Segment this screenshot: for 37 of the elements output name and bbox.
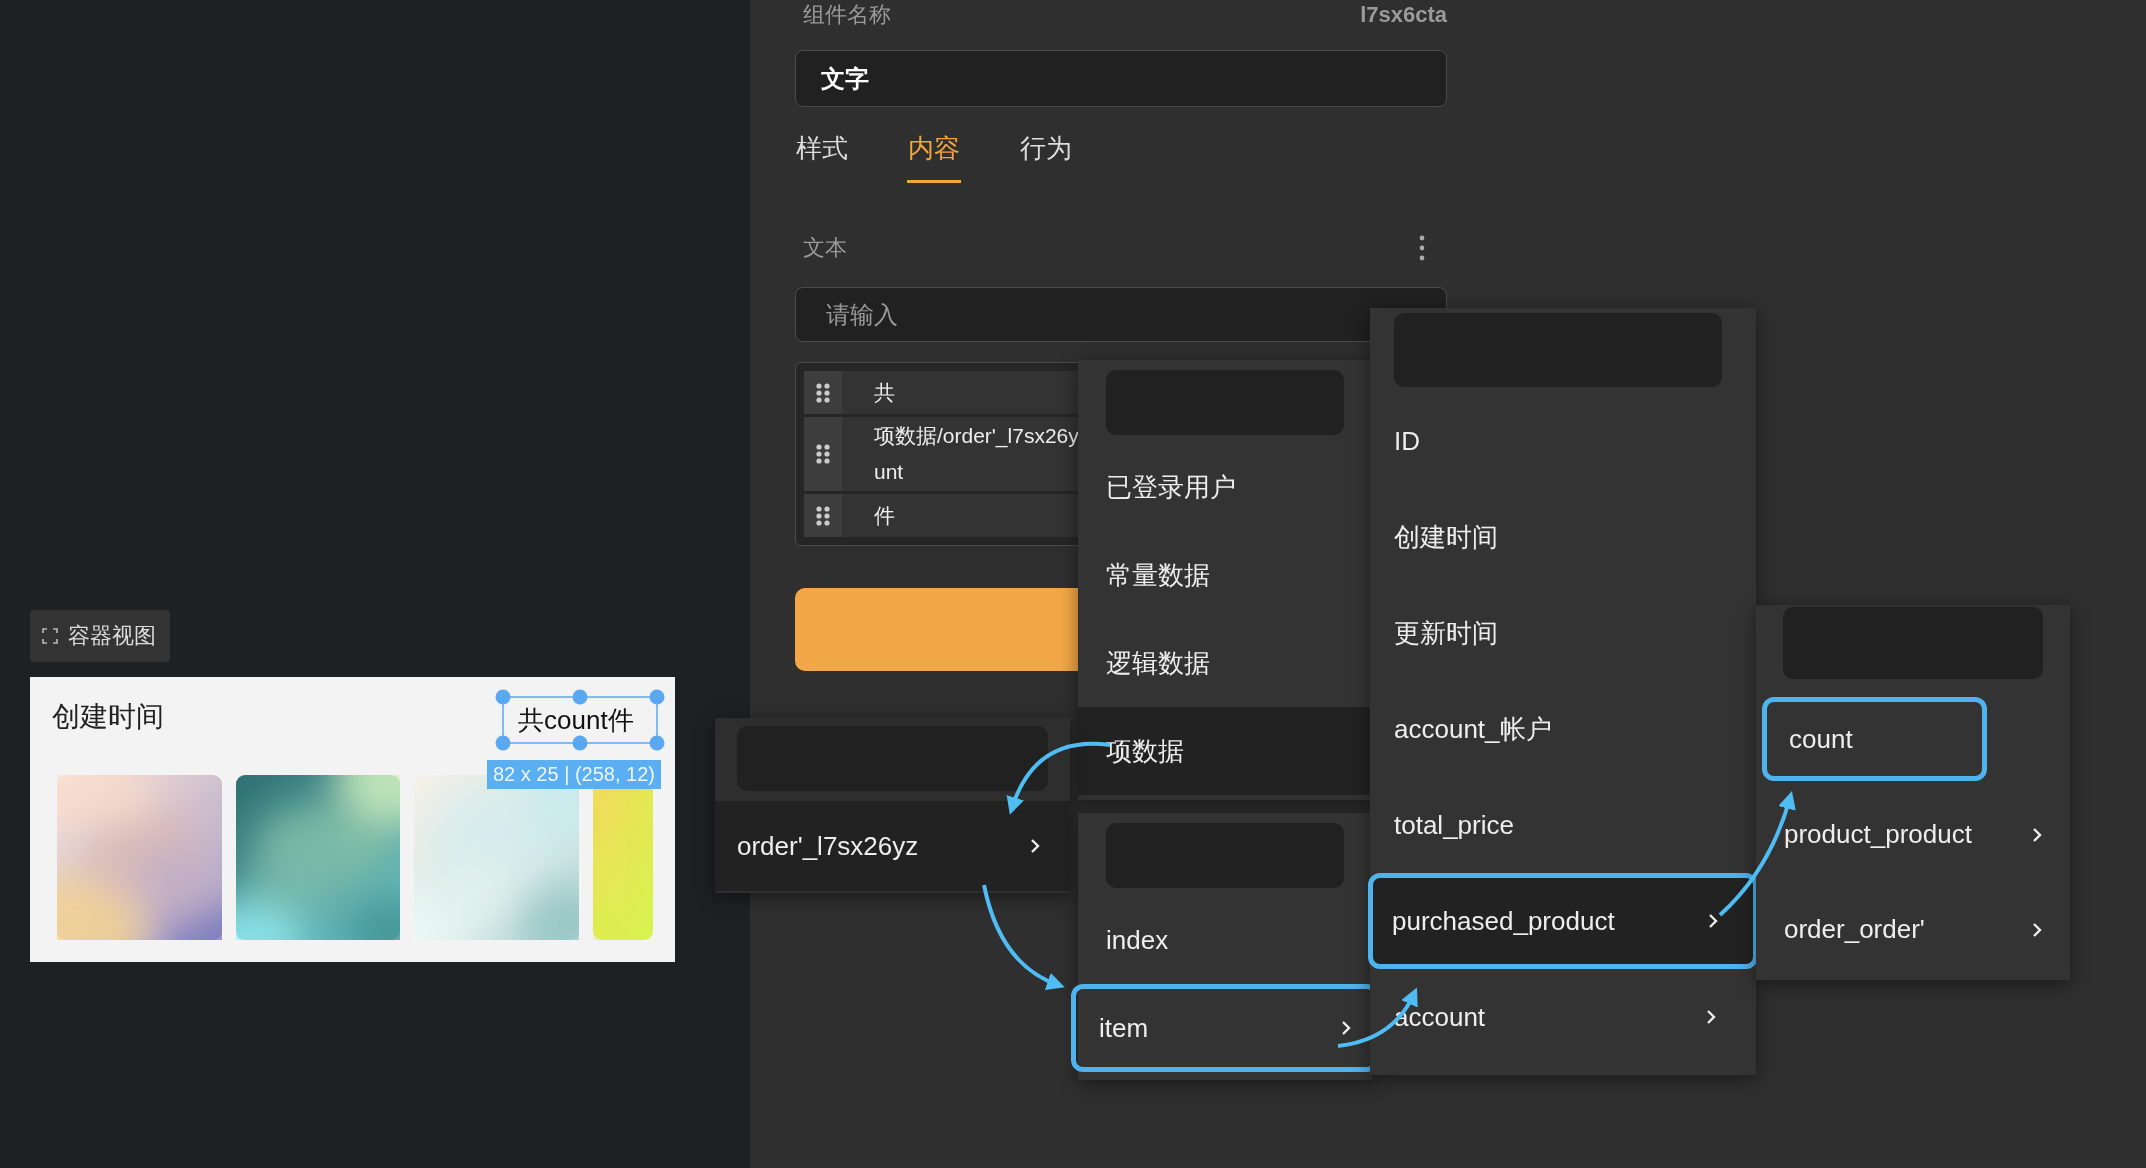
expand-icon [42,628,58,644]
menu-item[interactable]: 已登录用户 [1078,443,1372,531]
menu-item[interactable]: order_order' [1756,882,2070,977]
preview-title: 创建时间 [52,700,164,734]
tab[interactable]: 行为 [1019,119,1073,183]
menu-item[interactable]: purchased_product [1368,873,1758,969]
size-label: 82 x 25 | (258, 12) [487,760,661,789]
menu-item[interactable]: 更新时间 [1370,585,1756,681]
drag-handle-icon[interactable] [816,505,830,526]
menu-item[interactable]: order'_l7sx26yz [715,801,1070,891]
text-input-field[interactable]: 请输入 [795,287,1447,342]
selection-frame[interactable] [495,689,665,751]
token-text: unt [874,459,905,485]
menu-item[interactable]: ID [1370,393,1756,489]
token-text: 项数据/order'_l7sx26y [874,423,1079,450]
token-text: 共 [874,379,895,406]
token-text: 件 [874,502,895,529]
drag-handle-icon[interactable] [816,444,830,464]
tab[interactable]: 内容 [907,119,961,183]
more-icon[interactable] [1419,235,1425,261]
menu-item[interactable]: 常量数据 [1078,531,1372,619]
menu-search-field[interactable] [737,726,1048,791]
menu-item[interactable]: total_price [1370,777,1756,873]
drag-handle-icon[interactable] [816,382,830,403]
tab[interactable]: 样式 [795,119,849,183]
menu-item[interactable]: 逻辑数据 [1078,619,1372,707]
menu-item[interactable]: 创建时间 [1370,489,1756,585]
menu-item[interactable]: product_product [1756,787,2070,882]
name-field[interactable]: 文字 [795,50,1447,107]
field-label: 组件名称 [803,1,891,29]
section-label: 文本 [803,234,847,262]
menu-item[interactable]: account_帐户 [1370,681,1756,777]
component-id: l7sx6cta [1360,2,1447,28]
menu-item[interactable]: 项数据 [1078,707,1372,795]
menu-item[interactable]: count [1762,697,1987,781]
selected-text: 共count件 [518,704,634,737]
container-view-button[interactable]: 容器视图 [30,610,170,662]
